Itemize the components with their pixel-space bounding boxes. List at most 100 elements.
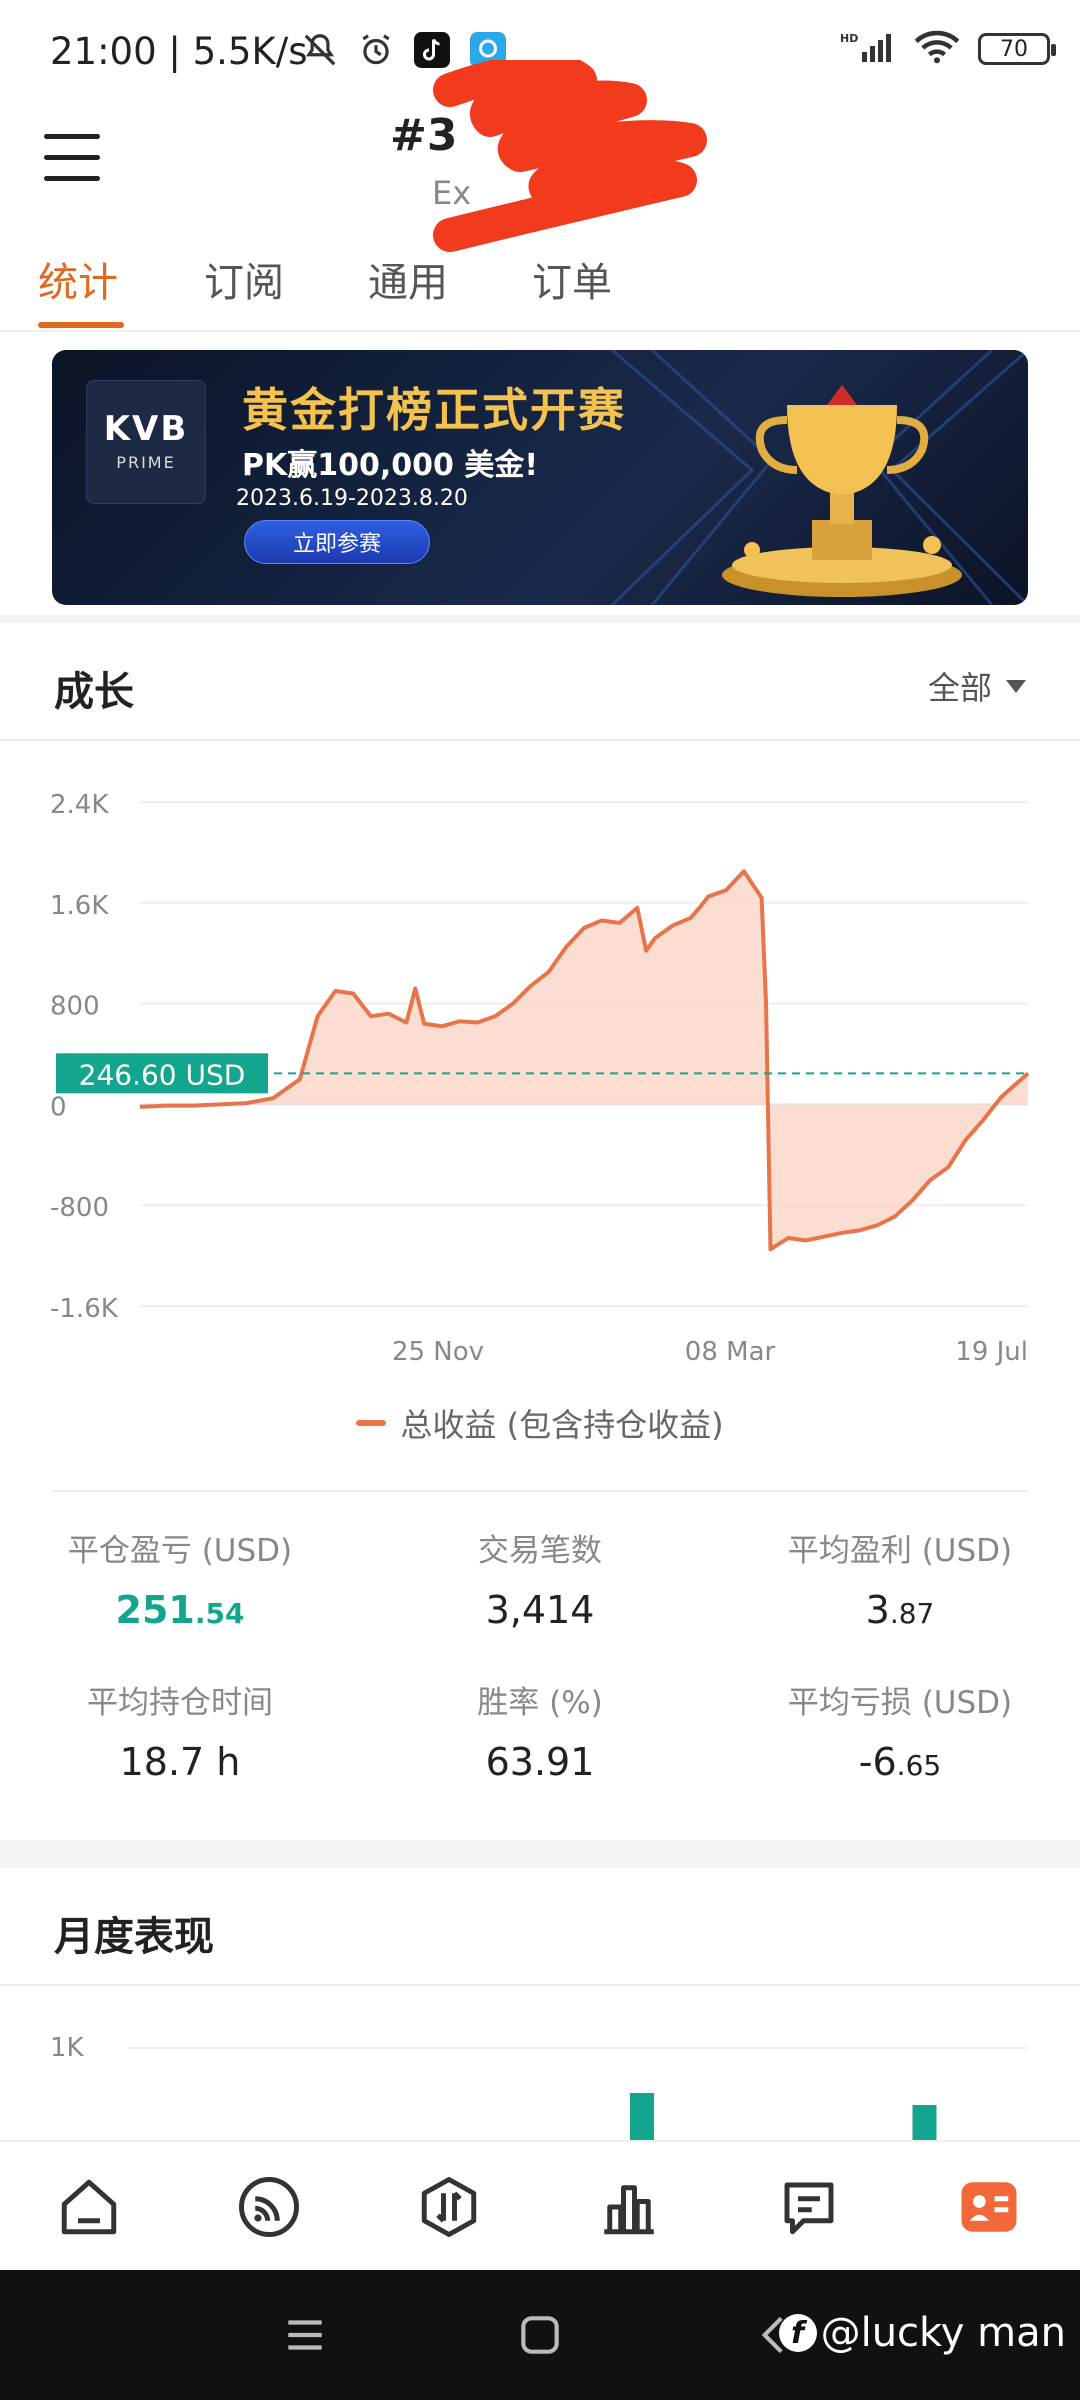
tab-subscribe[interactable]: 订阅 bbox=[204, 250, 284, 308]
status-time: 21:00 | 5.5K/s bbox=[50, 30, 308, 73]
series-point bbox=[512, 1003, 514, 1005]
banner-title: 黄金打榜正式开赛 bbox=[242, 383, 626, 437]
series-point bbox=[388, 1013, 390, 1015]
series-point bbox=[929, 1179, 931, 1181]
alarm-icon bbox=[356, 30, 396, 70]
series-point bbox=[352, 993, 354, 995]
stat-avg-hold-time: 平均持仓时间 18.7 h bbox=[87, 1685, 273, 1784]
legend-label: 总收益 (包含持仓收益) bbox=[400, 1406, 724, 1444]
stat-win-rate: 胜率 (%) 63.91 bbox=[477, 1685, 603, 1784]
system-nav-bar: f @lucky man bbox=[0, 2270, 1080, 2400]
series-point bbox=[565, 946, 567, 948]
series-point bbox=[370, 1015, 372, 1017]
bottom-nav bbox=[0, 2140, 1080, 2270]
menu-button[interactable] bbox=[44, 130, 102, 186]
y-tick-label: 1.6K bbox=[50, 891, 109, 921]
series-point bbox=[547, 971, 549, 973]
series-point bbox=[787, 1237, 789, 1239]
tab-stats[interactable]: 统计 bbox=[38, 250, 118, 308]
chart-legend: 总收益 (包含持仓收益) bbox=[0, 1400, 1080, 1446]
recent-apps-icon[interactable] bbox=[280, 2310, 330, 2360]
series-point bbox=[912, 1199, 914, 1201]
home-button-icon[interactable] bbox=[515, 2310, 565, 2360]
x-tick-label: 25 Nov bbox=[392, 1337, 484, 1367]
period-filter-label: 全部 bbox=[927, 669, 992, 707]
legend-swatch bbox=[356, 1420, 387, 1426]
stat-trade-count: 交易笔数 3,414 bbox=[478, 1533, 602, 1632]
series-point bbox=[334, 990, 336, 992]
series-point bbox=[476, 1022, 478, 1023]
series-point bbox=[139, 1106, 141, 1108]
status-right-icons: HD 70 bbox=[840, 30, 1056, 68]
series-point bbox=[192, 1105, 194, 1107]
banner-dates: 2023.6.19-2023.8.20 bbox=[236, 486, 468, 511]
monthly-title: 月度表现 bbox=[54, 1914, 214, 1960]
series-point bbox=[530, 985, 532, 987]
series-point bbox=[805, 1239, 807, 1241]
y-tick-label: -800 bbox=[50, 1193, 109, 1223]
series-point bbox=[636, 907, 638, 909]
series-point bbox=[765, 1003, 767, 1005]
growth-section-header: 成长 全部 bbox=[0, 623, 1080, 741]
tab-bar: 统计 订阅 通用 订单 bbox=[0, 240, 1080, 332]
series-point bbox=[219, 1103, 221, 1105]
series-point bbox=[858, 1229, 860, 1231]
stats-grid: 平仓盈亏 (USD) 251.54 交易笔数 3,414 平均盈利 (USD) … bbox=[0, 1525, 1080, 1825]
growth-chart: 2.4K 1.6K 800 0 -800 -1.6K 25 Nov 08 Mar 19 Jul 2… bbox=[50, 790, 1030, 1367]
series-point bbox=[876, 1224, 878, 1226]
stat-closed-pnl: 平仓盈亏 (USD) 251.54 bbox=[67, 1533, 293, 1632]
series-point bbox=[166, 1105, 168, 1107]
message-icon[interactable] bbox=[774, 2172, 844, 2242]
kvb-logo: KVB PRIME bbox=[86, 380, 206, 504]
series-point bbox=[690, 917, 692, 919]
home-icon[interactable] bbox=[54, 2172, 124, 2242]
profile-icon[interactable] bbox=[954, 2172, 1024, 2242]
mute-icon bbox=[300, 30, 340, 70]
series-point bbox=[414, 987, 416, 989]
series-point bbox=[601, 919, 603, 921]
series-point bbox=[823, 1236, 825, 1238]
series-point bbox=[317, 1015, 319, 1017]
section-separator bbox=[0, 1840, 1080, 1868]
monthly-section-header: 月度表现 bbox=[0, 1868, 1080, 1986]
trade-icon[interactable] bbox=[414, 2172, 484, 2242]
series-point bbox=[459, 1020, 461, 1022]
series-point bbox=[654, 937, 656, 939]
series-point bbox=[841, 1232, 843, 1234]
svg-text:HD: HD bbox=[840, 32, 858, 45]
period-filter[interactable]: 全部 bbox=[928, 663, 1026, 709]
series-point bbox=[272, 1097, 274, 1099]
x-tick-label: 19 Jul bbox=[955, 1337, 1028, 1367]
series-point bbox=[698, 907, 700, 909]
stat-avg-profit: 平均盈利 (USD) 3.87 bbox=[787, 1533, 1013, 1632]
series-point bbox=[441, 1025, 443, 1027]
series-point bbox=[707, 896, 709, 897]
series-point bbox=[743, 870, 745, 872]
y-tick-label: 800 bbox=[50, 992, 100, 1022]
tab-general[interactable]: 通用 bbox=[368, 250, 448, 308]
monthly-bar bbox=[912, 2105, 937, 2140]
current-value-label: 246.60 USD bbox=[79, 1058, 246, 1091]
battery-icon: 70 bbox=[978, 33, 1056, 65]
y-tick-label: 2.4K bbox=[50, 790, 109, 820]
cell-signal-icon: HD bbox=[840, 30, 896, 68]
facebook-icon: f bbox=[778, 2314, 817, 2352]
series-point bbox=[405, 1022, 407, 1023]
trophy-icon bbox=[722, 385, 962, 597]
tab-orders[interactable]: 订单 bbox=[532, 250, 612, 308]
divider bbox=[52, 1490, 1028, 1492]
series-point bbox=[583, 927, 585, 929]
join-button[interactable]: 立即参赛 bbox=[244, 520, 430, 564]
section-separator bbox=[0, 615, 1080, 623]
series-point bbox=[645, 950, 647, 952]
monthly-bar bbox=[630, 2093, 654, 2140]
series-point bbox=[246, 1102, 248, 1104]
promo-banner[interactable]: KVB PRIME 黄金打榜正式开赛 PK赢100,000 美金! 2023.6… bbox=[52, 350, 1028, 605]
series-point bbox=[725, 889, 727, 891]
redaction-scribble bbox=[433, 60, 707, 252]
stats-icon[interactable] bbox=[594, 2172, 664, 2242]
y-tick-label: 0 bbox=[50, 1092, 67, 1122]
tab-active-indicator bbox=[38, 322, 124, 328]
series-point bbox=[894, 1216, 896, 1218]
signal-icon[interactable] bbox=[234, 2172, 304, 2242]
